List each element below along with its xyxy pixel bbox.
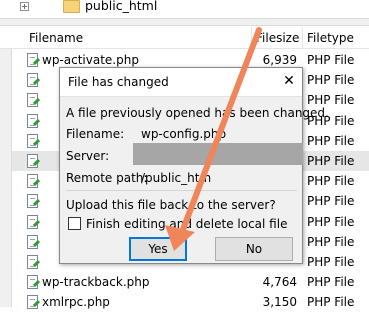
file-type: PHP File	[307, 255, 355, 269]
filename-label: Filename:	[66, 127, 125, 141]
pen-icon	[32, 138, 41, 146]
column-header-filetype[interactable]: Filetype	[307, 30, 354, 46]
pen-icon	[32, 78, 41, 86]
server-label: Server:	[66, 149, 110, 163]
php-file-icon	[27, 113, 41, 128]
php-file-icon	[27, 234, 41, 249]
file-size: 3,150	[262, 295, 297, 310]
pen-icon	[32, 118, 41, 126]
php-file-icon	[27, 174, 41, 189]
file-name: xmlrpc.php	[42, 295, 110, 310]
pen-icon	[32, 300, 41, 308]
pane-splitter[interactable]	[0, 18, 369, 26]
remote-path-label: Remote path:	[66, 171, 148, 185]
php-file-icon	[27, 53, 41, 67]
php-file-icon	[27, 255, 41, 269]
expand-icon[interactable]	[20, 2, 29, 11]
file-type: PHP File	[307, 194, 355, 209]
column-divider[interactable]	[251, 27, 252, 49]
table-row[interactable]: xmlrpc.php 3,150 PHP File	[0, 292, 369, 312]
pen-icon	[32, 98, 41, 106]
pen-icon	[32, 158, 41, 167]
column-divider[interactable]	[302, 27, 303, 49]
file-name: wp-trackback.php	[42, 275, 150, 290]
file-size: 6,939	[262, 53, 297, 67]
file-type: PHP File	[307, 214, 355, 229]
php-file-icon	[27, 73, 41, 88]
php-file-icon	[27, 295, 41, 310]
file-size: 4,764	[262, 275, 297, 290]
finish-editing-checkbox[interactable]	[68, 217, 81, 230]
directory-tree	[0, 0, 369, 18]
php-file-icon	[27, 93, 41, 108]
file-type: PHP File	[307, 53, 355, 67]
file-name: wp-activate.php	[42, 53, 139, 67]
finish-editing-label[interactable]: Finish editing and delete local file	[86, 216, 287, 232]
file-type: PHP File	[307, 234, 355, 249]
dialog-title: File has changed	[68, 75, 169, 89]
dialog-divider	[60, 96, 302, 97]
php-file-icon	[27, 133, 41, 148]
file-type: PHP File	[307, 133, 355, 148]
column-header-filename[interactable]: Filename	[29, 30, 83, 46]
no-button[interactable]: No	[215, 237, 293, 261]
filename-value: wp-config.php	[141, 127, 227, 141]
remote-path-value: /public_htm	[141, 171, 212, 185]
file-type: PHP File	[307, 154, 355, 168]
tree-item-public-html[interactable]: public_html	[85, 0, 157, 14]
dialog-message: A file previously opened has been change…	[66, 106, 329, 120]
php-file-icon	[27, 154, 41, 168]
table-row[interactable]: wp-trackback.php 4,764 PHP File	[0, 272, 369, 292]
dialog-separator	[66, 190, 297, 191]
file-type: PHP File	[307, 73, 355, 88]
folder-icon	[63, 0, 80, 13]
pen-icon	[32, 239, 41, 247]
upload-question: Upload this file back to the server?	[66, 198, 276, 212]
file-type: PHP File	[307, 295, 355, 310]
pen-icon	[32, 219, 41, 227]
pen-icon	[32, 259, 41, 268]
pen-icon	[32, 199, 41, 207]
php-file-icon	[27, 194, 41, 209]
file-type: PHP File	[307, 275, 355, 290]
php-file-icon	[27, 275, 41, 290]
column-header-filesize[interactable]: Filesize	[256, 30, 299, 46]
pen-icon	[32, 280, 41, 288]
php-file-icon	[27, 214, 41, 229]
close-icon[interactable]: ✕	[280, 72, 298, 90]
pen-icon	[32, 57, 41, 66]
yes-button[interactable]: Yes	[129, 237, 187, 261]
pen-icon	[32, 179, 41, 187]
tree-scrollbar[interactable]	[0, 49, 12, 307]
server-value-redacted	[133, 143, 303, 165]
file-type: PHP File	[307, 174, 355, 189]
